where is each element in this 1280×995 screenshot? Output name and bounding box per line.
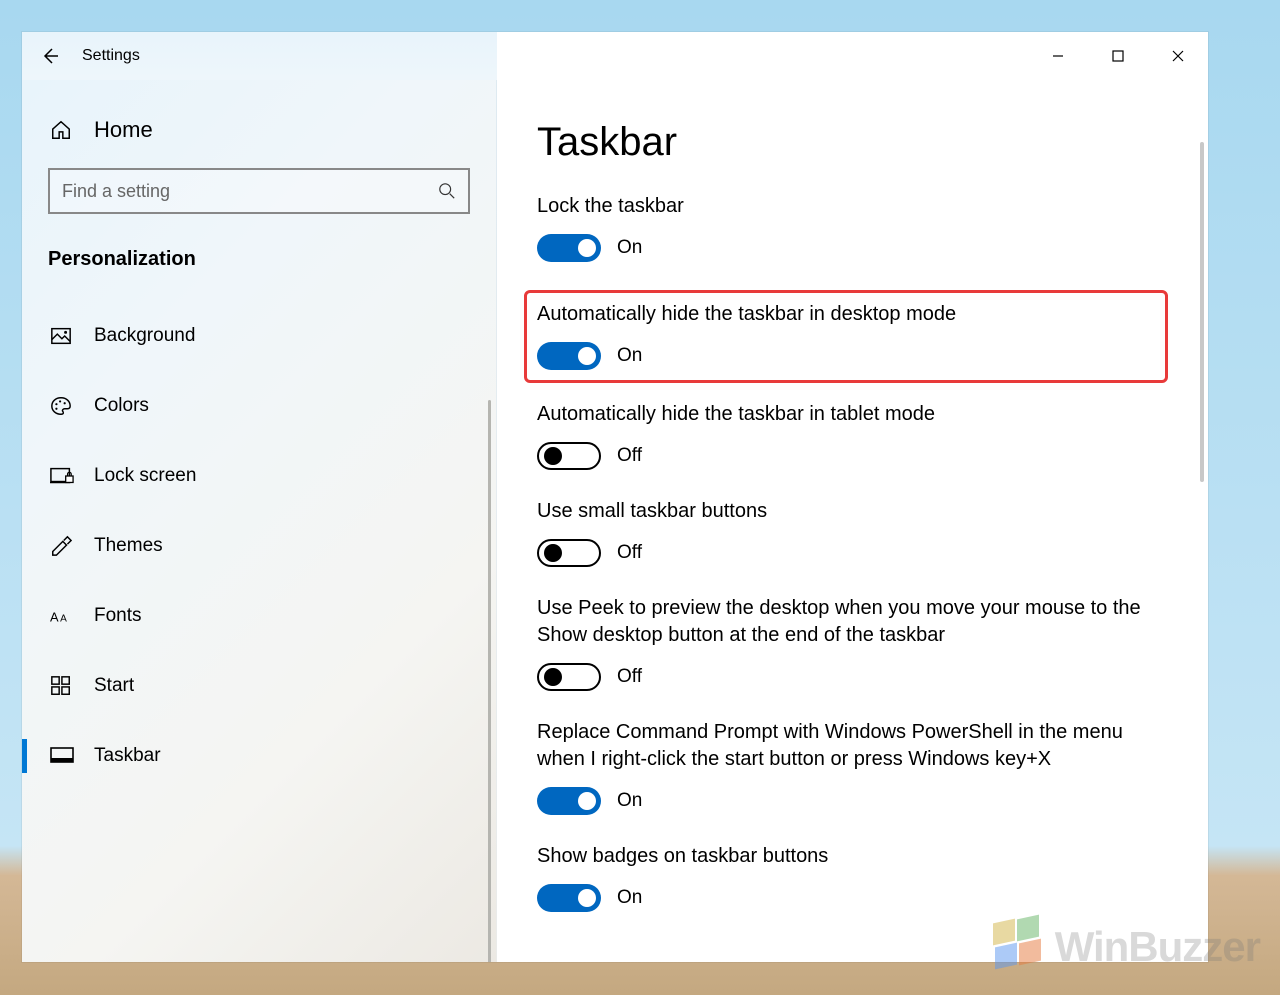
- toggle-state-label: On: [617, 237, 642, 259]
- toggle-row: On: [537, 884, 1168, 912]
- sidebar-item-label: Start: [94, 675, 134, 697]
- setting-group: Lock the taskbar On: [537, 193, 1168, 262]
- toggle-switch[interactable]: [537, 539, 601, 567]
- setting-label: Show badges on taskbar buttons: [537, 843, 1168, 870]
- fonts-icon: AA: [50, 605, 94, 627]
- sidebar-item-background[interactable]: Background: [22, 301, 496, 371]
- home-label: Home: [94, 117, 153, 143]
- toggle-switch[interactable]: [537, 234, 601, 262]
- setting-label: Use small taskbar buttons: [537, 498, 1168, 525]
- toggle-state-label: On: [617, 790, 642, 812]
- setting-group: Show badges on taskbar buttons On: [537, 843, 1168, 912]
- sidebar-item-label: Colors: [94, 395, 149, 417]
- toggle-row: Off: [537, 539, 1168, 567]
- close-button[interactable]: [1148, 32, 1208, 80]
- maximize-button[interactable]: [1088, 32, 1148, 80]
- watermark: WinBuzzer: [989, 917, 1260, 977]
- search-wrap: [22, 160, 496, 230]
- toggle-knob: [544, 544, 562, 562]
- page-title: Taskbar: [537, 120, 1168, 165]
- watermark-logo-icon: [989, 917, 1049, 977]
- category-label: Personalization: [22, 230, 496, 283]
- settings-list: Lock the taskbar On Automatically hide the…: [537, 193, 1168, 912]
- toggle-switch[interactable]: [537, 787, 601, 815]
- nav-list: Background Colors Lock screen: [22, 301, 496, 791]
- toggle-state-label: On: [617, 345, 642, 367]
- toggle-state-label: On: [617, 887, 642, 909]
- sidebar-item-label: Lock screen: [94, 465, 196, 487]
- toggle-switch[interactable]: [537, 663, 601, 691]
- titlebar: Settings: [22, 32, 1208, 80]
- setting-group: Use Peek to preview the desktop when you…: [537, 595, 1168, 691]
- back-button[interactable]: [22, 46, 78, 66]
- sidebar-item-fonts[interactable]: AA Fonts: [22, 581, 496, 651]
- minimize-icon: [1052, 50, 1064, 62]
- toggle-row: On: [537, 787, 1168, 815]
- close-icon: [1172, 50, 1184, 62]
- taskbar-icon: [50, 746, 94, 766]
- body: Home Personalization Background: [22, 80, 1208, 962]
- toggle-state-label: Off: [617, 666, 642, 688]
- setting-group: Use small taskbar buttons Off: [537, 498, 1168, 567]
- themes-icon: [50, 535, 94, 557]
- toggle-state-label: Off: [617, 445, 642, 467]
- toggle-row: Off: [537, 663, 1168, 691]
- sidebar-item-label: Fonts: [94, 605, 142, 627]
- toggle-row: Off: [537, 442, 1168, 470]
- search-input[interactable]: [62, 181, 438, 202]
- svg-text:A: A: [60, 614, 67, 625]
- sidebar-item-taskbar[interactable]: Taskbar: [22, 721, 496, 791]
- sidebar-item-themes[interactable]: Themes: [22, 511, 496, 581]
- toggle-switch[interactable]: [537, 884, 601, 912]
- watermark-text: WinBuzzer: [1055, 923, 1260, 971]
- lock-screen-icon: [50, 465, 94, 487]
- setting-group: Automatically hide the taskbar in deskto…: [524, 290, 1168, 383]
- setting-group: Replace Command Prompt with Windows Powe…: [537, 719, 1168, 815]
- setting-label: Lock the taskbar: [537, 193, 1168, 220]
- toggle-knob: [578, 889, 596, 907]
- window-title: Settings: [82, 47, 140, 65]
- toggle-switch[interactable]: [537, 442, 601, 470]
- toggle-knob: [544, 447, 562, 465]
- window-controls: [497, 32, 1208, 80]
- search-icon: [438, 182, 456, 200]
- toggle-knob: [578, 239, 596, 257]
- setting-label: Use Peek to preview the desktop when you…: [537, 595, 1168, 649]
- arrow-left-icon: [40, 46, 60, 66]
- picture-icon: [50, 325, 94, 347]
- titlebar-left: Settings: [22, 32, 497, 80]
- content-scrollbar[interactable]: [1200, 142, 1204, 482]
- sidebar-item-colors[interactable]: Colors: [22, 371, 496, 441]
- sidebar-item-lockscreen[interactable]: Lock screen: [22, 441, 496, 511]
- sidebar-item-home[interactable]: Home: [22, 100, 496, 160]
- search-box[interactable]: [48, 168, 470, 214]
- content: Taskbar Lock the taskbar On Automatically …: [497, 80, 1208, 962]
- toggle-row: On: [537, 342, 1155, 370]
- minimize-button[interactable]: [1028, 32, 1088, 80]
- maximize-icon: [1112, 50, 1124, 62]
- home-icon: [50, 119, 94, 141]
- sidebar-item-start[interactable]: Start: [22, 651, 496, 721]
- toggle-row: On: [537, 234, 1168, 262]
- sidebar: Home Personalization Background: [22, 80, 497, 962]
- svg-text:A: A: [50, 610, 59, 625]
- sidebar-item-label: Taskbar: [94, 745, 161, 767]
- palette-icon: [50, 395, 94, 417]
- sidebar-item-label: Themes: [94, 535, 163, 557]
- sidebar-scrollbar[interactable]: [488, 400, 491, 962]
- sidebar-item-label: Background: [94, 325, 195, 347]
- setting-label: Automatically hide the taskbar in tablet…: [537, 401, 1168, 428]
- setting-label: Automatically hide the taskbar in deskto…: [537, 301, 1155, 328]
- toggle-switch[interactable]: [537, 342, 601, 370]
- setting-label: Replace Command Prompt with Windows Powe…: [537, 719, 1168, 773]
- settings-window: Settings Home: [22, 32, 1208, 962]
- setting-group: Automatically hide the taskbar in tablet…: [537, 401, 1168, 470]
- toggle-knob: [544, 668, 562, 686]
- toggle-state-label: Off: [617, 542, 642, 564]
- toggle-knob: [578, 792, 596, 810]
- start-icon: [50, 675, 94, 697]
- toggle-knob: [578, 347, 596, 365]
